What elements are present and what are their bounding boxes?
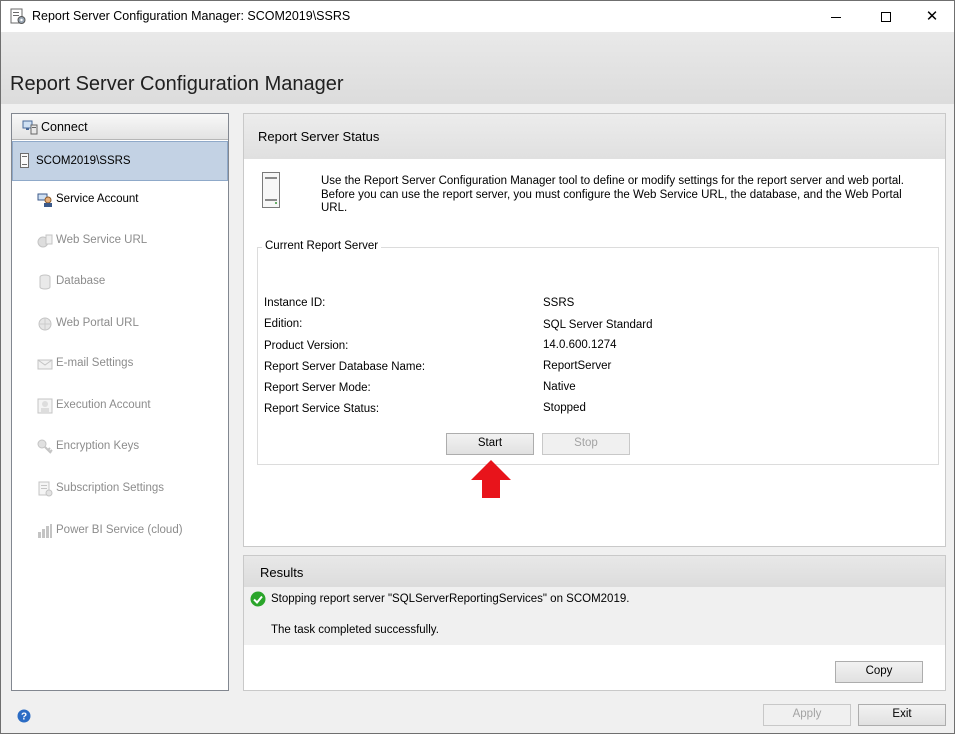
sidebar-item-execution-account[interactable]: Execution Account	[12, 396, 228, 418]
window-title: Report Server Configuration Manager: SCO…	[32, 9, 351, 23]
page-title: Report Server Configuration Manager	[10, 73, 344, 95]
minimize-button[interactable]	[813, 1, 859, 32]
close-icon: ✕	[925, 8, 939, 25]
execution-account-icon	[37, 398, 53, 414]
sidebar-item-label: Database	[56, 275, 106, 287]
sidebar-item-service-account[interactable]: Service Account	[12, 190, 228, 212]
sidebar-item-power-bi[interactable]: Power BI Service (cloud)	[12, 521, 228, 543]
email-settings-icon	[37, 359, 53, 370]
svg-text:?: ?	[21, 712, 27, 723]
subscription-settings-icon	[38, 481, 53, 497]
product-version-value: 14.0.600.1274	[543, 339, 617, 351]
results-title: Results	[260, 565, 304, 580]
status-panel-title: Report Server Status	[258, 129, 380, 144]
server-node[interactable]: SCOM2019\SSRS	[12, 141, 228, 181]
report-server-icon	[262, 172, 280, 208]
app-header: Report Server Configuration Manager	[1, 32, 954, 104]
start-button[interactable]: Start	[446, 433, 534, 455]
database-name-label: Report Server Database Name:	[264, 361, 426, 373]
sidebar-item-label: Service Account	[56, 193, 139, 205]
edition-value: SQL Server Standard	[543, 319, 653, 331]
status-panel: Report Server Status Use the Report Serv…	[243, 113, 946, 547]
sidebar-item-label: Web Portal URL	[56, 317, 139, 329]
connect-icon	[22, 120, 38, 135]
power-bi-icon	[38, 524, 52, 538]
sidebar-item-label: Power BI Service (cloud)	[56, 524, 183, 536]
results-body: Stopping report server "SQLServerReporti…	[244, 587, 945, 645]
encryption-keys-icon	[37, 439, 53, 454]
service-status-label: Report Service Status:	[264, 403, 380, 415]
sidebar-item-database[interactable]: Database	[12, 272, 228, 294]
maximize-button[interactable]	[863, 1, 909, 32]
result-completion: The task completed successfully.	[271, 624, 439, 636]
service-status-value: Stopped	[543, 402, 586, 414]
connect-button[interactable]: Connect	[12, 114, 228, 140]
success-check-icon	[250, 591, 266, 607]
results-header: Results	[244, 556, 945, 587]
intro-text: Use the Report Server Configuration Mana…	[321, 175, 904, 214]
app-window: Report Server Configuration Manager: SCO…	[0, 0, 955, 734]
instance-id-value: SSRS	[543, 297, 575, 309]
maximize-icon	[881, 12, 891, 23]
sidebar-item-subscription-settings[interactable]: Subscription Settings	[12, 479, 228, 501]
stop-button[interactable]: Stop	[542, 433, 630, 455]
results-panel: Results Stopping report server "SQLServe…	[243, 555, 946, 691]
sidebar-item-label: E-mail Settings	[56, 357, 134, 369]
database-name-value: ReportServer	[543, 360, 612, 372]
title-bar[interactable]: Report Server Configuration Manager: SCO…	[1, 1, 954, 32]
sidebar-item-label: Execution Account	[56, 399, 151, 411]
red-arrow-icon	[471, 460, 511, 498]
minimize-icon	[831, 16, 841, 18]
copy-button[interactable]: Copy	[835, 661, 923, 683]
web-portal-url-icon	[38, 317, 52, 331]
report-server-config-icon	[10, 8, 26, 24]
server-icon	[20, 153, 29, 168]
sidebar-item-web-service-url[interactable]: Web Service URL	[12, 231, 228, 253]
sidebar-item-label: Web Service URL	[56, 234, 148, 246]
sidebar-item-email-settings[interactable]: E-mail Settings	[12, 354, 228, 376]
server-node-label: SCOM2019\SSRS	[36, 155, 131, 167]
server-mode-value: Native	[543, 381, 576, 393]
service-account-icon	[37, 193, 52, 207]
sidebar: Connect SCOM2019\SSRS Service Account We…	[11, 113, 229, 691]
help-icon[interactable]: ?	[17, 709, 31, 723]
status-panel-header: Report Server Status	[244, 114, 945, 159]
product-version-label: Product Version:	[264, 340, 349, 352]
connect-label: Connect	[41, 120, 88, 134]
sidebar-item-encryption-keys[interactable]: Encryption Keys	[12, 437, 228, 459]
sidebar-item-label: Encryption Keys	[56, 440, 140, 452]
sidebar-item-web-portal-url[interactable]: Web Portal URL	[12, 314, 228, 336]
server-mode-label: Report Server Mode:	[264, 382, 371, 394]
group-title: Current Report Server	[262, 240, 382, 252]
close-button[interactable]: ✕	[909, 1, 954, 32]
edition-label: Edition:	[264, 318, 303, 330]
instance-id-label: Instance ID:	[264, 297, 326, 309]
apply-button[interactable]: Apply	[763, 704, 851, 726]
web-service-url-icon	[37, 234, 53, 248]
database-icon	[39, 274, 51, 290]
sidebar-item-label: Subscription Settings	[56, 482, 165, 494]
exit-button[interactable]: Exit	[858, 704, 946, 726]
result-message: Stopping report server "SQLServerReporti…	[271, 593, 630, 605]
